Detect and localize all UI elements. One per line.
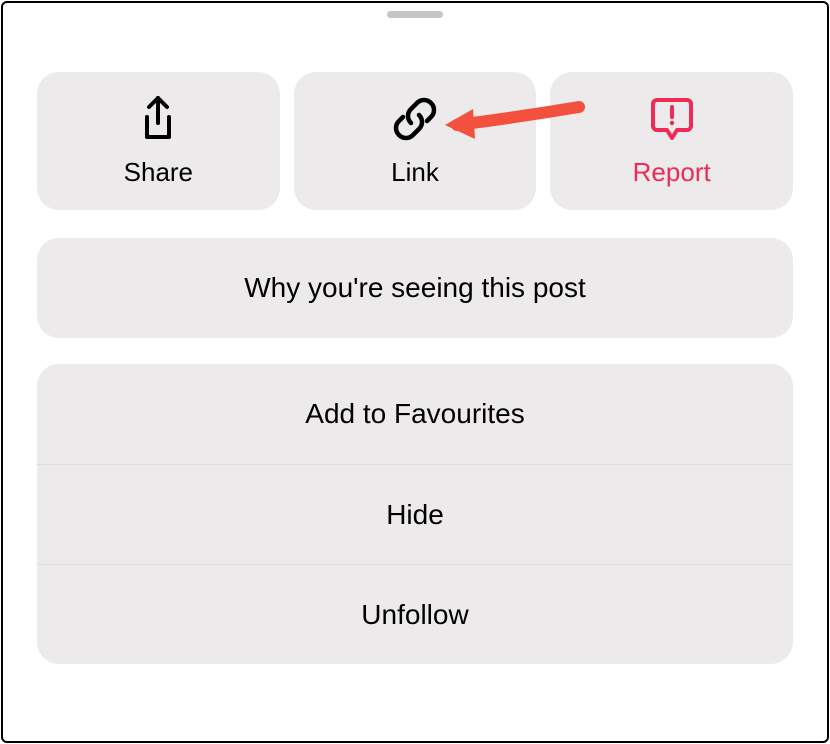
unfollow-button[interactable]: Unfollow bbox=[37, 564, 793, 664]
tile-row: Share Link bbox=[37, 72, 793, 210]
action-sheet: Share Link bbox=[1, 1, 829, 743]
unfollow-label: Unfollow bbox=[361, 599, 468, 631]
sheet-content: Share Link bbox=[3, 18, 827, 698]
action-list: Add to Favourites Hide Unfollow bbox=[37, 364, 793, 664]
share-label: Share bbox=[124, 157, 193, 188]
hide-button[interactable]: Hide bbox=[37, 464, 793, 564]
add-favourites-button[interactable]: Add to Favourites bbox=[37, 364, 793, 464]
link-icon bbox=[391, 95, 439, 143]
report-button[interactable]: Report bbox=[550, 72, 793, 210]
why-seeing-button[interactable]: Why you're seeing this post bbox=[37, 238, 793, 338]
link-label: Link bbox=[391, 157, 439, 188]
report-label: Report bbox=[633, 157, 711, 188]
share-icon bbox=[137, 95, 179, 143]
link-button[interactable]: Link bbox=[294, 72, 537, 210]
share-button[interactable]: Share bbox=[37, 72, 280, 210]
add-favourites-label: Add to Favourites bbox=[305, 398, 524, 430]
report-icon bbox=[649, 95, 695, 143]
hide-label: Hide bbox=[386, 499, 444, 531]
why-seeing-label: Why you're seeing this post bbox=[244, 272, 586, 304]
sheet-grabber[interactable] bbox=[387, 11, 443, 18]
